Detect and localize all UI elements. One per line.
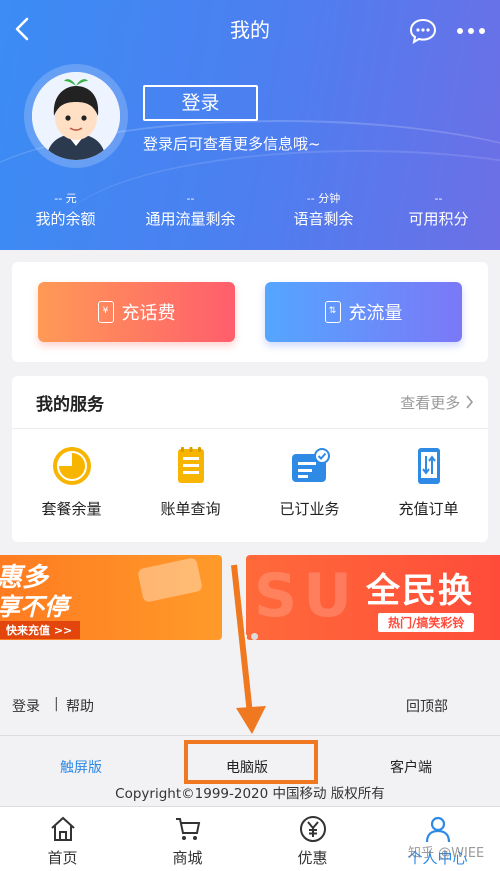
touch-version-link[interactable]: 触屏版 (60, 757, 102, 777)
data-plan-icon: ⇅ (324, 301, 341, 323)
services-more-label: 查看更多 (400, 394, 461, 412)
tab-home[interactable]: 首页 (0, 815, 125, 868)
login-button[interactable]: 登录 (143, 85, 258, 121)
recharge-data-button[interactable]: ⇅ 充流量 (265, 282, 462, 342)
data-remaining-value: -- (186, 192, 195, 205)
footer-separator: | (54, 696, 59, 712)
more-icon[interactable] (454, 16, 488, 46)
bottom-tab-bar: 首页 商城 优惠 个人中心 (0, 806, 500, 871)
message-icon[interactable] (408, 16, 438, 46)
my-services-card: 我的服务 查看更多 套餐余量 账单查询 已订业务 充值订单 (12, 376, 488, 542)
balance-value: -- 元 (54, 192, 77, 205)
tab-label: 优惠 (297, 849, 328, 867)
services-more-link[interactable]: 查看更多 (400, 392, 474, 413)
back-to-top-link[interactable]: 回顶部 (406, 696, 448, 716)
carousel-dot (251, 633, 258, 640)
login-hint-text: 登录后可查看更多信息哦~ (143, 135, 321, 153)
service-label: 套餐余量 (41, 500, 102, 518)
service-recharge-orders[interactable]: 充值订单 (369, 446, 488, 519)
pie-chart-icon (52, 446, 92, 486)
phone-order-icon (409, 446, 449, 486)
service-bill-query[interactable]: 账单查询 (131, 446, 250, 519)
watermark-text: 知乎 @WIEE (408, 846, 485, 861)
avatar[interactable] (24, 64, 128, 168)
discount-icon (299, 815, 327, 843)
tab-label: 首页 (47, 849, 78, 867)
services-title: 我的服务 (36, 395, 104, 415)
promo-banner-right[interactable]: SU 全民换 热门/搞笑彩铃 (246, 555, 500, 640)
voice-remaining-value: -- 分钟 (306, 192, 341, 205)
voice-remaining-label: 语音剩余 (293, 210, 354, 228)
balance-stat[interactable]: -- 元 我的余额 (3, 192, 128, 229)
footer-login-link[interactable]: 登录 (12, 696, 40, 716)
chevron-right-icon (466, 395, 474, 409)
user-icon (424, 815, 452, 843)
service-label: 账单查询 (160, 500, 221, 518)
carousel-dot (240, 633, 247, 640)
subscription-icon (290, 446, 330, 486)
recharge-phone-button[interactable]: ¥ 充话费 (38, 282, 235, 342)
service-subscriptions[interactable]: 已订业务 (250, 446, 369, 519)
recharge-card: ¥ 充话费 ⇅ 充流量 (12, 262, 488, 362)
client-app-link[interactable]: 客户端 (390, 757, 432, 777)
profile-header: 我的 登录 登录后可查看更多信息哦~ -- 元 我的余额 -- 通用流量剩余 -… (0, 0, 500, 250)
desktop-version-link[interactable]: 电脑版 (226, 757, 268, 777)
service-plan-balance[interactable]: 套餐余量 (12, 446, 131, 519)
carousel-indicator (240, 625, 262, 644)
data-remaining-label: 通用流量剩余 (145, 210, 236, 228)
points-stat[interactable]: -- 可用积分 (376, 192, 500, 229)
banner-tag: 快来充值 >> (0, 621, 81, 639)
banner-headline: 全民换 (366, 571, 474, 611)
bill-icon (171, 446, 211, 486)
divider (0, 735, 500, 736)
service-label: 已订业务 (279, 500, 340, 518)
copyright-text: Copyright©1999-2020 中国移动 版权所有 (115, 786, 385, 802)
service-label: 充值订单 (398, 500, 459, 518)
divider (12, 428, 488, 429)
recharge-phone-label: 充话费 (121, 303, 176, 324)
tab-discount[interactable]: 优惠 (250, 815, 375, 868)
banner-decoration (137, 557, 203, 603)
phone-bill-icon: ¥ (97, 301, 114, 323)
voice-remaining-stat[interactable]: -- 分钟 语音剩余 (261, 192, 386, 229)
tab-mall[interactable]: 商城 (125, 815, 250, 868)
tab-label: 商城 (172, 849, 203, 867)
footer-help-link[interactable]: 帮助 (66, 696, 94, 716)
cart-icon (174, 815, 202, 843)
points-label: 可用积分 (408, 210, 469, 228)
promo-banner-left[interactable]: 惠多 享不停 快来充值 >> (0, 555, 222, 640)
cartoon-avatar-icon (32, 72, 120, 160)
home-icon (49, 815, 77, 843)
banner-tag: 热门/搞笑彩铃 (378, 613, 475, 632)
banner-decoration: SU (254, 561, 358, 631)
points-value: -- (434, 192, 443, 205)
banner-headline: 享不停 (0, 593, 68, 621)
recharge-data-label: 充流量 (348, 303, 403, 324)
data-remaining-stat[interactable]: -- 通用流量剩余 (128, 192, 253, 229)
balance-label: 我的余额 (35, 210, 96, 228)
